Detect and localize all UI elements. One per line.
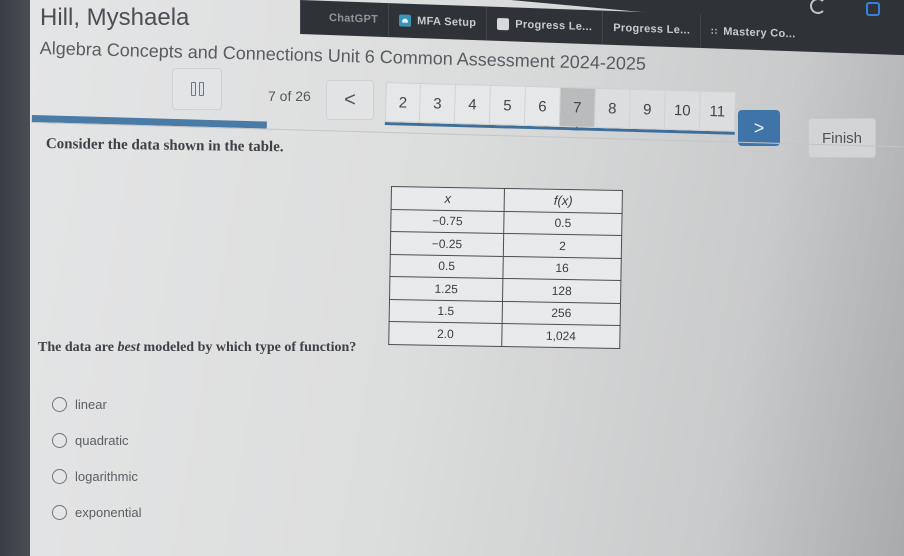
assessment-page: Hill, Myshaela Algebra Concepts and Conn… bbox=[30, 0, 904, 556]
chatgpt-icon bbox=[311, 11, 323, 23]
radio-button[interactable] bbox=[52, 432, 67, 448]
chevron-left-icon: < bbox=[344, 88, 356, 111]
question-tab-8[interactable]: 8 bbox=[594, 87, 631, 129]
answer-choice-quadratic[interactable]: quadratic bbox=[52, 422, 142, 458]
bookmark-label: ChatGPT bbox=[329, 12, 379, 26]
question-counter: 7 of 26 bbox=[268, 88, 311, 104]
question-tab-5[interactable]: 5 bbox=[489, 84, 526, 126]
pause-icon bbox=[198, 82, 204, 96]
question-text: The data are best modeled by which type … bbox=[38, 340, 356, 356]
radio-button[interactable] bbox=[52, 504, 67, 520]
bookmark-label: Mastery Co... bbox=[723, 25, 796, 41]
cell-x: 2.0 bbox=[388, 321, 503, 346]
bookmark-label: Progress Le... bbox=[515, 18, 593, 34]
student-name: Hill, Myshaela bbox=[40, 4, 190, 31]
cell-fx: 128 bbox=[502, 278, 621, 304]
choice-label: logarithmic bbox=[75, 468, 138, 484]
question-emphasis: best bbox=[117, 340, 141, 355]
question-tab-4[interactable]: 4 bbox=[454, 83, 491, 125]
cell-x: 1.25 bbox=[389, 276, 503, 301]
cell-fx: 256 bbox=[502, 300, 621, 326]
choice-label: exponential bbox=[75, 504, 142, 520]
cell-x: −0.25 bbox=[390, 231, 504, 256]
reload-icon[interactable] bbox=[810, 0, 826, 14]
choice-label: linear bbox=[75, 396, 107, 412]
column-header-x: x bbox=[391, 186, 505, 211]
cell-fx: 1,024 bbox=[501, 323, 621, 349]
cell-x: 0.5 bbox=[389, 253, 504, 279]
pause-icon bbox=[190, 82, 196, 96]
bookmark-item[interactable]: Progress Le... bbox=[602, 10, 701, 48]
bookmark-item[interactable]: ChatGPT bbox=[300, 0, 389, 38]
answer-choice-logarithmic[interactable]: logarithmic bbox=[52, 458, 142, 494]
column-header-fx: f(x) bbox=[504, 188, 623, 214]
question-tab-9[interactable]: 9 bbox=[629, 88, 666, 130]
cell-x: 1.5 bbox=[389, 298, 503, 324]
screen-bezel bbox=[0, 0, 30, 556]
answer-choice-linear[interactable]: linear bbox=[52, 386, 142, 422]
bookmark-label: Progress Le... bbox=[613, 21, 691, 37]
choice-label: quadratic bbox=[75, 432, 129, 448]
cell-fx: 0.5 bbox=[503, 210, 623, 236]
question-tab-6[interactable]: 6 bbox=[524, 85, 561, 127]
progress-fill bbox=[31, 115, 267, 129]
question-text-end: modeled by which type of function? bbox=[140, 340, 357, 355]
question-tab-2[interactable]: 2 bbox=[384, 82, 421, 123]
pause-button[interactable] bbox=[172, 68, 222, 110]
question-tab-3[interactable]: 3 bbox=[419, 82, 456, 124]
radio-button[interactable] bbox=[52, 396, 67, 412]
previous-question-button[interactable]: < bbox=[326, 80, 374, 120]
cell-x: −0.75 bbox=[390, 209, 505, 234]
answer-choices: linear quadratic logarithmic exponential bbox=[52, 386, 142, 530]
radio-button[interactable] bbox=[52, 468, 67, 484]
bookmark-label: MFA Setup bbox=[417, 15, 477, 30]
question-text-start: The data are bbox=[38, 340, 118, 355]
data-table: x f(x) −0.75 0.5 −0.25 2 0.5 16 1.25 128 1.5 256 2… bbox=[388, 186, 623, 349]
question-prompt: Consider the data shown in the table. bbox=[45, 136, 284, 156]
dots-icon: ∷ bbox=[711, 25, 718, 37]
share-icon[interactable] bbox=[866, 2, 880, 16]
bookmark-item[interactable]: Progress Le... bbox=[486, 6, 603, 45]
question-tab-7[interactable]: 7 bbox=[559, 86, 596, 128]
assessment-title: Algebra Concepts and Connections Unit 6 … bbox=[39, 38, 647, 74]
question-tab-10[interactable]: 10 bbox=[664, 89, 701, 131]
bookmark-item[interactable]: ∷ Mastery Co... bbox=[700, 13, 806, 52]
answer-choice-exponential[interactable]: exponential bbox=[52, 494, 142, 530]
question-tab-11[interactable]: 11 bbox=[699, 90, 736, 132]
chart-icon bbox=[497, 17, 510, 31]
cell-fx: 16 bbox=[502, 255, 622, 281]
cloud-icon bbox=[399, 14, 412, 27]
table-row: 2.0 1,024 bbox=[388, 321, 621, 349]
cell-fx: 2 bbox=[503, 233, 622, 259]
bookmark-item[interactable]: MFA Setup bbox=[388, 3, 487, 41]
